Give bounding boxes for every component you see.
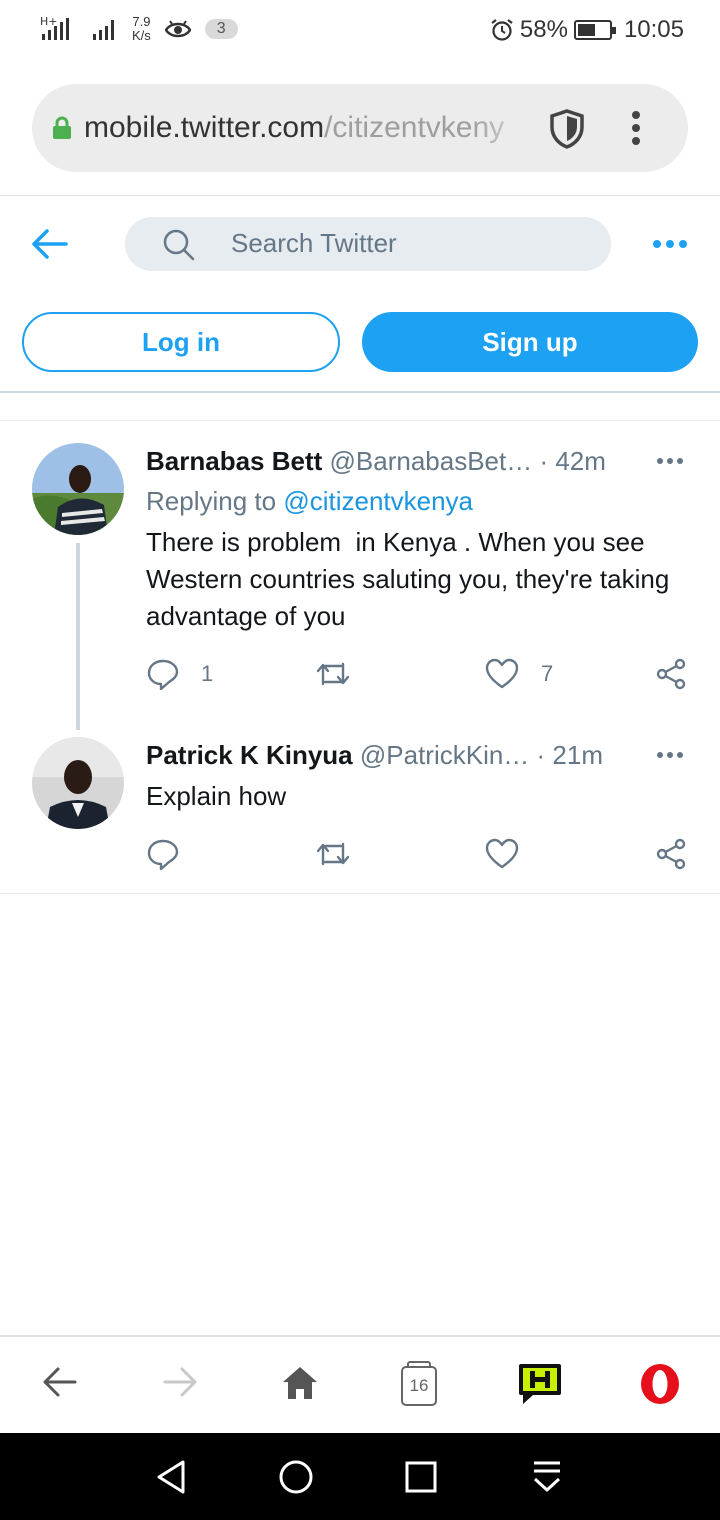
thread-line bbox=[76, 543, 80, 730]
like-action[interactable]: 7 bbox=[485, 658, 553, 690]
tweet-header: Patrick K Kinyua @PatrickKin… · 21m bbox=[146, 740, 603, 771]
url-text[interactable]: mobile.twitter.com/citizentvkeny bbox=[84, 108, 536, 148]
tweet-time[interactable]: · 21m bbox=[537, 740, 603, 770]
back-arrow-icon[interactable] bbox=[30, 226, 68, 262]
nav-back-icon[interactable] bbox=[155, 1459, 187, 1495]
browser-bottom-bar: 16 bbox=[0, 1335, 720, 1433]
author-name[interactable]: Patrick K Kinyua bbox=[146, 740, 353, 770]
address-bar[interactable]: mobile.twitter.com/citizentvkeny bbox=[32, 84, 688, 172]
search-icon bbox=[163, 229, 195, 261]
tweet-time[interactable]: · 42m bbox=[539, 446, 605, 476]
tweet-text: Explain how bbox=[146, 781, 287, 811]
browser-divider bbox=[0, 195, 720, 196]
heart-icon bbox=[485, 838, 519, 869]
tabs-button[interactable]: 16 bbox=[401, 1361, 437, 1406]
tweet-text: There is problem in Kenya . When you see… bbox=[146, 527, 677, 631]
replying-prefix: Replying to bbox=[146, 486, 284, 516]
hype-app-icon[interactable] bbox=[517, 1361, 563, 1407]
eye-icon bbox=[164, 20, 191, 38]
avatar-barnabas[interactable] bbox=[32, 443, 124, 535]
avatar-photo bbox=[32, 737, 124, 829]
author-handle[interactable]: @PatrickKin… bbox=[360, 740, 529, 770]
signup-button[interactable]: Sign up bbox=[362, 312, 698, 372]
signal-bars-icon bbox=[93, 20, 114, 40]
notification-count-badge: 3 bbox=[204, 19, 238, 39]
timeline-divider bbox=[0, 420, 720, 421]
network-speed: 7.9 K/s bbox=[132, 14, 151, 43]
status-bar: H+ 7.9 K/s 3 58% 10:05 bbox=[0, 0, 720, 62]
nav-notifications-down-icon[interactable] bbox=[531, 1459, 563, 1495]
reply-action[interactable]: 1 bbox=[147, 658, 213, 690]
status-left: H+ 7.9 K/s 3 bbox=[40, 14, 238, 44]
retweet-action[interactable] bbox=[315, 838, 373, 870]
retweet-icon bbox=[316, 662, 350, 686]
login-button[interactable]: Log in bbox=[22, 312, 340, 372]
retweet-action[interactable] bbox=[315, 658, 373, 690]
search-input[interactable]: Search Twitter bbox=[125, 217, 611, 271]
battery-percent: 58% bbox=[519, 16, 568, 43]
browser-menu-icon[interactable] bbox=[630, 110, 642, 146]
reply-action[interactable] bbox=[147, 838, 201, 870]
heart-icon bbox=[485, 658, 519, 689]
tweet-header: Barnabas Bett @BarnabasBet… · 42m bbox=[146, 446, 606, 477]
battery-icon bbox=[573, 20, 616, 40]
header-divider bbox=[0, 391, 720, 393]
replying-to: Replying to @citizentvkenya bbox=[146, 486, 473, 517]
retweet-icon bbox=[316, 842, 350, 866]
author-name[interactable]: Barnabas Bett bbox=[146, 446, 322, 476]
share-icon bbox=[656, 658, 686, 690]
nav-recents-icon[interactable] bbox=[405, 1461, 437, 1493]
share-icon bbox=[656, 838, 686, 870]
url-host: mobile.twitter.com bbox=[84, 111, 325, 144]
avatar-patrick[interactable] bbox=[32, 737, 124, 829]
nav-home-icon[interactable] bbox=[278, 1459, 314, 1495]
lock-icon bbox=[53, 116, 71, 139]
opera-logo-icon[interactable] bbox=[639, 1363, 681, 1405]
browser-back-icon[interactable] bbox=[42, 1365, 78, 1399]
timeline-end-divider bbox=[0, 893, 720, 894]
replying-to-link[interactable]: @citizentvkenya bbox=[283, 486, 473, 516]
reply-icon bbox=[147, 659, 179, 690]
alarm-icon bbox=[491, 19, 513, 41]
clock-time: 10:05 bbox=[623, 16, 684, 43]
reply-icon bbox=[147, 839, 179, 870]
like-count: 7 bbox=[541, 661, 554, 686]
tweet-more-icon[interactable] bbox=[656, 457, 684, 465]
share-action[interactable] bbox=[655, 658, 687, 690]
more-options-icon[interactable] bbox=[652, 238, 688, 250]
reply-count: 1 bbox=[201, 661, 214, 686]
browser-forward-icon[interactable] bbox=[162, 1365, 198, 1399]
tweet-more-icon[interactable] bbox=[656, 751, 684, 759]
home-icon[interactable] bbox=[281, 1365, 319, 1401]
search-placeholder: Search Twitter bbox=[231, 228, 397, 258]
system-navigation-bar bbox=[0, 1433, 720, 1520]
avatar-photo bbox=[32, 443, 124, 535]
author-handle[interactable]: @BarnabasBet… bbox=[330, 446, 533, 476]
url-fade bbox=[472, 104, 538, 152]
signal-h-plus-icon: H+ bbox=[40, 15, 69, 40]
like-action[interactable] bbox=[485, 838, 541, 870]
status-right: 58% 10:05 bbox=[490, 16, 684, 44]
share-action[interactable] bbox=[655, 838, 687, 870]
shield-icon[interactable] bbox=[548, 108, 586, 150]
